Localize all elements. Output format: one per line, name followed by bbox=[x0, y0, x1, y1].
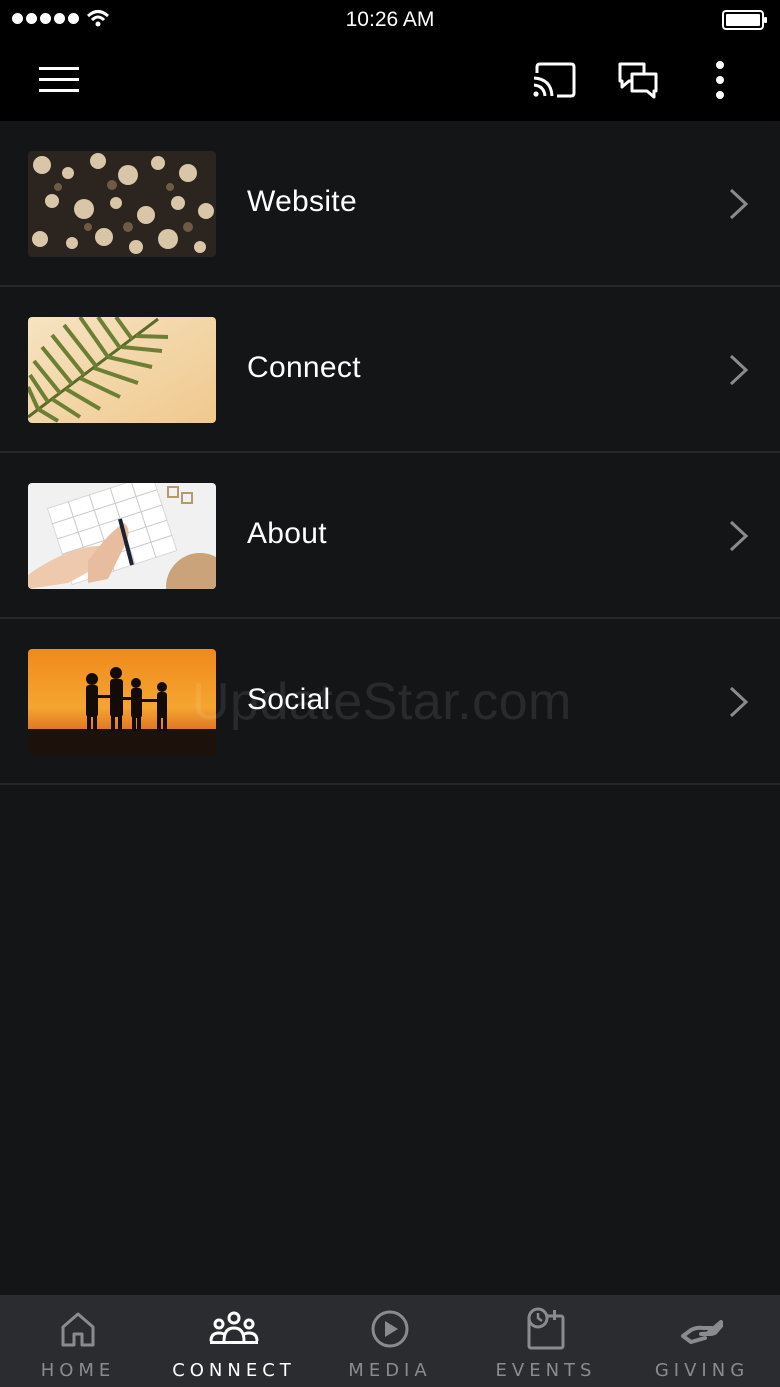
list-item-label: Website bbox=[247, 185, 357, 218]
tab-home[interactable]: HOME bbox=[0, 1295, 156, 1387]
calendar-clock-icon bbox=[527, 1307, 565, 1350]
chevron-right-icon bbox=[729, 686, 749, 718]
home-icon bbox=[61, 1312, 95, 1347]
status-bar: 10:26 AM bbox=[0, 0, 780, 40]
status-time: 10:26 AM bbox=[345, 8, 435, 31]
list-item-label: About bbox=[247, 517, 327, 550]
menu-button[interactable] bbox=[34, 58, 84, 102]
hamburger-menu-icon bbox=[39, 67, 79, 92]
list-item-label: Connect bbox=[247, 351, 361, 384]
tab-giving[interactable]: GIVING bbox=[624, 1295, 780, 1387]
tab-events[interactable]: EVENTS bbox=[468, 1295, 624, 1387]
app-bar bbox=[0, 40, 780, 121]
list-item-social[interactable]: Social bbox=[0, 619, 780, 785]
tab-label: GIVING bbox=[654, 1360, 750, 1381]
cast-icon bbox=[533, 62, 576, 98]
people-group-icon bbox=[209, 1311, 259, 1344]
tab-label: HOME bbox=[40, 1360, 116, 1381]
list-item-about[interactable]: About bbox=[0, 453, 780, 619]
connect-list: Website Connect About Social bbox=[0, 121, 780, 785]
list-item-connect[interactable]: Connect bbox=[0, 287, 780, 453]
tab-label: CONNECT bbox=[172, 1360, 296, 1381]
tab-connect[interactable]: CONNECT bbox=[156, 1295, 312, 1387]
sunset-silhouettes-image bbox=[28, 649, 216, 755]
chevron-right-icon bbox=[729, 188, 749, 220]
list-item-website[interactable]: Website bbox=[0, 121, 780, 287]
logs-pile-image bbox=[28, 151, 216, 257]
chevron-right-icon bbox=[729, 520, 749, 552]
more-options-button[interactable] bbox=[700, 58, 740, 102]
app-screen: 10:26 AM Website Connect About Social Up… bbox=[0, 0, 780, 1387]
chat-button[interactable] bbox=[612, 58, 664, 102]
bottom-tab-bar: HOME CONNECT MEDIA EVENTS GIVING bbox=[0, 1295, 780, 1387]
tab-label: EVENTS bbox=[495, 1360, 597, 1381]
chat-bubbles-icon bbox=[618, 62, 658, 99]
tab-media[interactable]: MEDIA bbox=[312, 1295, 468, 1387]
chevron-right-icon bbox=[729, 354, 749, 386]
list-item-label: Social bbox=[247, 683, 331, 716]
giving-hand-icon bbox=[681, 1320, 723, 1344]
play-circle-icon bbox=[371, 1310, 409, 1348]
tab-label: MEDIA bbox=[348, 1360, 432, 1381]
cast-button[interactable] bbox=[528, 58, 580, 102]
hands-writing-image bbox=[28, 483, 216, 589]
palm-leaf-image bbox=[28, 317, 216, 423]
more-vertical-icon bbox=[716, 61, 724, 99]
battery-icon bbox=[722, 10, 767, 30]
